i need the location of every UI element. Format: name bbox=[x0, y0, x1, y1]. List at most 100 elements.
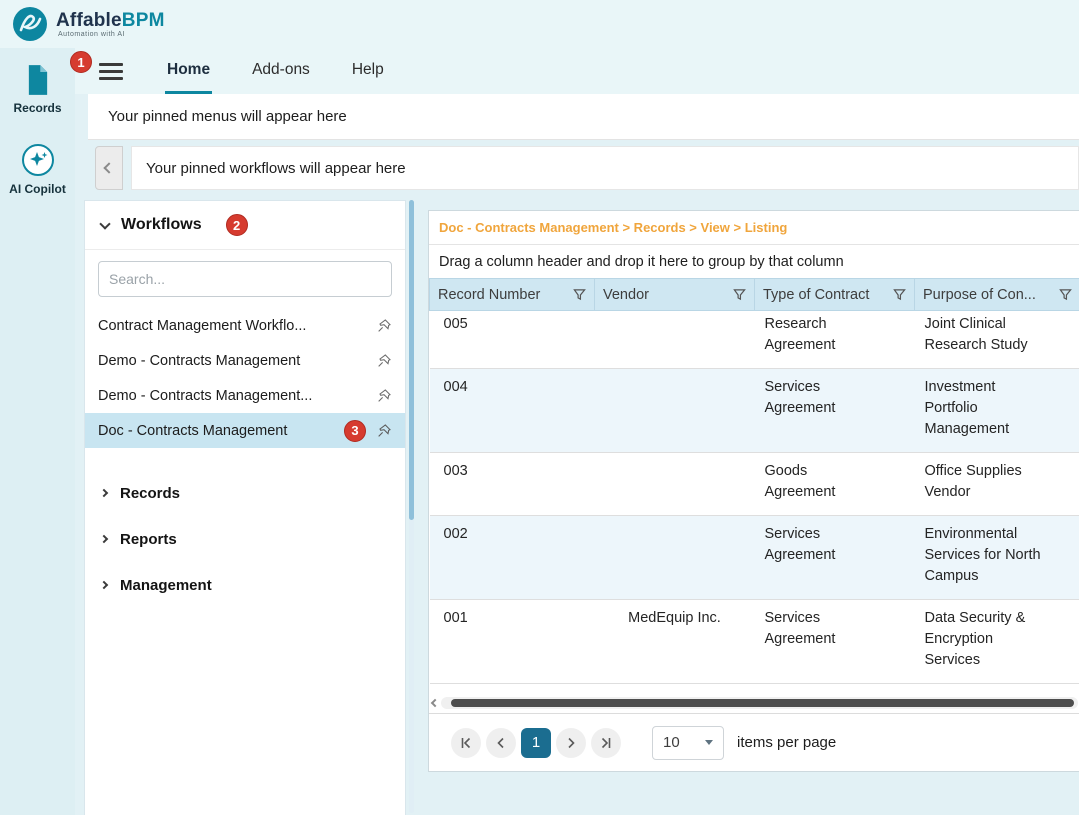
filter-icon[interactable] bbox=[893, 288, 906, 301]
first-page-button[interactable] bbox=[451, 728, 481, 758]
column-label: Record Number bbox=[438, 287, 540, 303]
cell-vendor bbox=[595, 516, 755, 600]
left-rail: Records AI Copilot bbox=[0, 48, 75, 815]
last-page-button[interactable] bbox=[591, 728, 621, 758]
pin-icon[interactable] bbox=[376, 318, 392, 334]
scroll-left-icon[interactable] bbox=[431, 698, 439, 706]
cell-purpose: Office Supplies Vendor bbox=[915, 453, 1079, 516]
workflow-item-label: Contract Management Workflo... bbox=[98, 318, 306, 334]
tab-home[interactable]: Home bbox=[165, 48, 212, 94]
cell-record-number: 001 bbox=[430, 600, 595, 684]
column-header-type-of-contract[interactable]: Type of Contract bbox=[755, 279, 915, 311]
cell-record-number: 003 bbox=[430, 453, 595, 516]
tab-help[interactable]: Help bbox=[350, 48, 386, 94]
table-row[interactable]: 002 Services Agreement Environmental Ser… bbox=[430, 516, 1079, 600]
cell-vendor: MedEquip Inc. bbox=[595, 600, 755, 684]
workflow-item-label: Demo - Contracts Management... bbox=[98, 388, 312, 404]
annotation-badge-2: 2 bbox=[226, 214, 248, 236]
cell-record-number: 002 bbox=[430, 516, 595, 600]
cell-purpose: Joint Clinical Research Study bbox=[915, 311, 1079, 369]
table-row[interactable]: 005 Research Agreement Joint Clinical Re… bbox=[430, 311, 1079, 369]
brand[interactable]: AffableBPM Automation with AI bbox=[12, 6, 165, 42]
horizontal-scrollbar[interactable] bbox=[432, 696, 1078, 709]
records-table: Record Number Vendor Type of Contract Pu… bbox=[429, 278, 1079, 684]
chevron-left-icon bbox=[103, 162, 114, 173]
chevron-right-icon bbox=[100, 489, 108, 497]
sidebar-section-management[interactable]: Management bbox=[85, 562, 405, 608]
page-size-value: 10 bbox=[663, 734, 680, 751]
rail-item-ai-copilot[interactable]: AI Copilot bbox=[0, 139, 75, 200]
workflow-item[interactable]: Demo - Contracts Management bbox=[85, 343, 405, 378]
workflow-item[interactable]: Contract Management Workflo... bbox=[85, 308, 405, 343]
rail-copilot-label: AI Copilot bbox=[9, 182, 66, 196]
pinned-workflows-text: Your pinned workflows will appear here bbox=[146, 160, 406, 177]
workflow-item-label: Demo - Contracts Management bbox=[98, 353, 300, 369]
column-header-purpose[interactable]: Purpose of Con... bbox=[915, 279, 1079, 311]
table-header-row: Record Number Vendor Type of Contract Pu… bbox=[430, 279, 1079, 311]
filter-icon[interactable] bbox=[733, 288, 746, 301]
previous-page-button[interactable] bbox=[486, 728, 516, 758]
rail-item-records[interactable]: Records bbox=[0, 60, 75, 119]
tab-add-ons[interactable]: Add-ons bbox=[250, 48, 312, 94]
breadcrumb[interactable]: Doc - Contracts Management > Records > V… bbox=[429, 211, 1079, 245]
column-header-record-number[interactable]: Record Number bbox=[430, 279, 595, 311]
page-size-select[interactable]: 10 bbox=[652, 726, 724, 760]
workflow-item[interactable]: Demo - Contracts Management... bbox=[85, 378, 405, 413]
workflow-search-input[interactable] bbox=[98, 261, 392, 297]
table-row[interactable]: 001 MedEquip Inc. Services Agreement Dat… bbox=[430, 600, 1079, 684]
sidebar-section-records[interactable]: Records bbox=[85, 470, 405, 516]
workflows-panel: Workflows 2 Contract Management Workflo.… bbox=[84, 200, 406, 815]
app-header: AffableBPM Automation with AI bbox=[0, 0, 1079, 48]
brand-logo-icon bbox=[12, 6, 48, 42]
column-label: Type of Contract bbox=[763, 287, 869, 303]
sidebar-section-reports[interactable]: Reports bbox=[85, 516, 405, 562]
cell-contract-type: Goods Agreement bbox=[755, 453, 915, 516]
filter-icon[interactable] bbox=[1059, 288, 1072, 301]
previous-page-icon bbox=[494, 736, 508, 750]
cell-contract-type: Services Agreement bbox=[755, 369, 915, 453]
sidebar-section-label: Records bbox=[120, 485, 180, 502]
cell-record-number: 005 bbox=[430, 311, 595, 369]
pin-icon[interactable] bbox=[376, 423, 392, 439]
chevron-right-icon bbox=[100, 581, 108, 589]
panel-scrollbar-thumb[interactable] bbox=[409, 200, 414, 520]
brand-text: AffableBPM Automation with AI bbox=[56, 11, 165, 38]
cell-vendor bbox=[595, 311, 755, 369]
group-by-drop-area[interactable]: Drag a column header and drop it here to… bbox=[429, 245, 1079, 278]
table-row[interactable]: 004 Services Agreement Investment Portfo… bbox=[430, 369, 1079, 453]
workflow-list: Contract Management Workflo... Demo - Co… bbox=[85, 308, 405, 448]
records-icon bbox=[24, 64, 52, 96]
workflow-item-selected[interactable]: Doc - Contracts Management 3 bbox=[85, 413, 405, 448]
next-page-button[interactable] bbox=[556, 728, 586, 758]
annotation-badge-1: 1 bbox=[70, 51, 92, 73]
rail-records-label: Records bbox=[13, 101, 61, 115]
pin-icon[interactable] bbox=[376, 388, 392, 404]
page-number-button[interactable]: 1 bbox=[521, 728, 551, 758]
table-row[interactable]: 003 Goods Agreement Office Supplies Vend… bbox=[430, 453, 1079, 516]
column-label: Vendor bbox=[603, 287, 649, 303]
pinned-menus-bar: Your pinned menus will appear here bbox=[88, 94, 1079, 140]
menu-toggle-button[interactable] bbox=[99, 48, 123, 94]
brand-name-primary: Affable bbox=[56, 10, 122, 31]
last-page-icon bbox=[599, 736, 613, 750]
next-page-icon bbox=[564, 736, 578, 750]
workflows-section-header[interactable]: Workflows 2 bbox=[85, 201, 405, 250]
collapse-pinned-workflows-button[interactable] bbox=[95, 146, 123, 190]
pin-icon[interactable] bbox=[376, 353, 392, 369]
cell-vendor bbox=[595, 453, 755, 516]
cell-contract-type: Research Agreement bbox=[755, 311, 915, 369]
column-label: Purpose of Con... bbox=[923, 287, 1036, 303]
workflow-item-label: Doc - Contracts Management bbox=[98, 423, 287, 439]
sidebar-section-label: Management bbox=[120, 577, 212, 594]
horizontal-scrollbar-track[interactable] bbox=[441, 697, 1078, 709]
chevron-down-icon bbox=[705, 740, 713, 745]
filter-icon[interactable] bbox=[573, 288, 586, 301]
chevron-down-icon bbox=[99, 218, 110, 229]
sidebar-sections: Records Reports Management bbox=[85, 470, 405, 608]
cell-purpose: Data Security & Encryption Services bbox=[915, 600, 1079, 684]
panel-scrollbar[interactable] bbox=[409, 200, 414, 813]
column-header-vendor[interactable]: Vendor bbox=[595, 279, 755, 311]
cell-contract-type: Services Agreement bbox=[755, 516, 915, 600]
cell-purpose: Environmental Services for North Campus bbox=[915, 516, 1079, 600]
horizontal-scrollbar-thumb[interactable] bbox=[451, 699, 1074, 707]
